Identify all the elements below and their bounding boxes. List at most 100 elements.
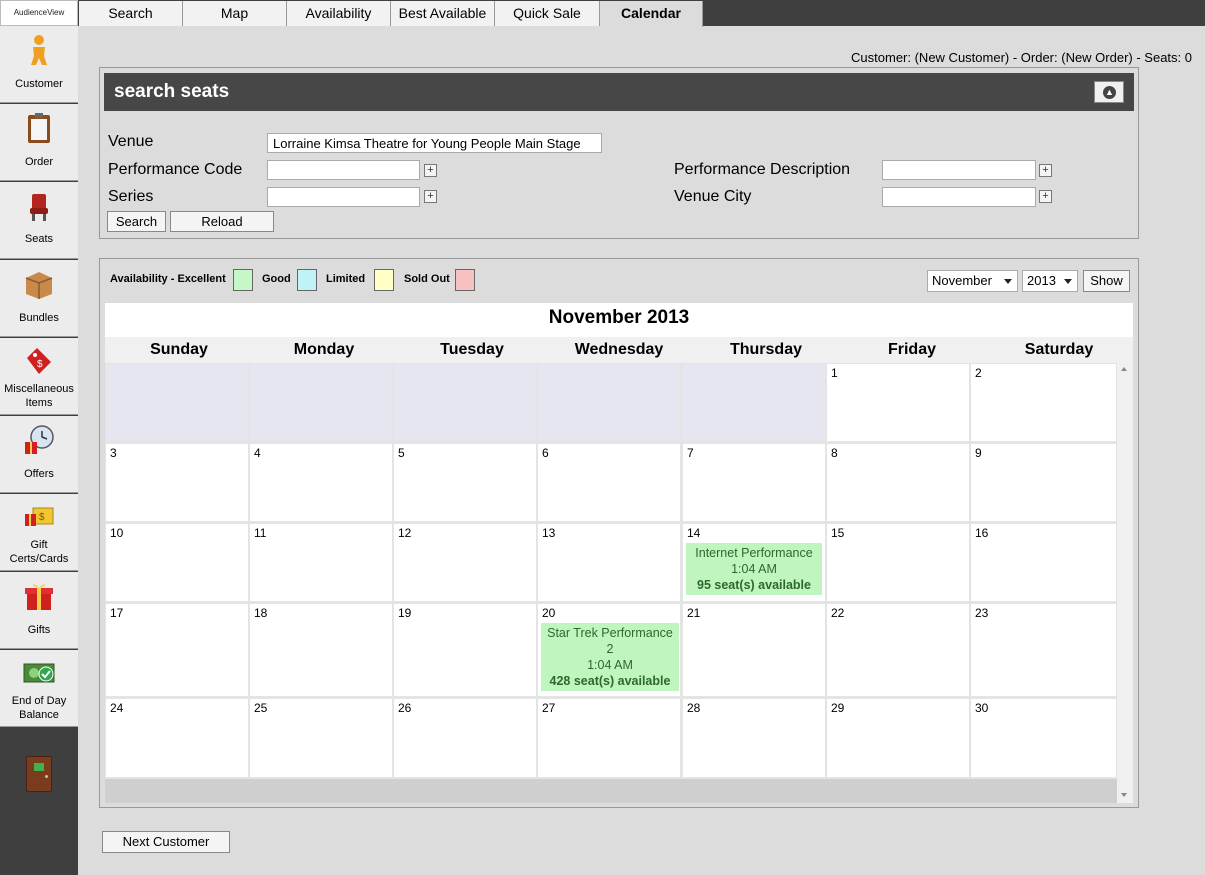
sidebar-item-seats[interactable]: Seats <box>0 182 78 259</box>
calendar-day-cell-empty <box>250 364 392 441</box>
tab-map[interactable]: Map <box>183 1 287 26</box>
sidebar-item-label: Bundles <box>19 312 59 324</box>
calendar-day-cell[interactable]: 28 <box>683 699 825 777</box>
calendar-day-cell[interactable]: 9 <box>971 444 1116 521</box>
expand-plus-icon[interactable]: + <box>1039 164 1052 177</box>
calendar-day-cell[interactable]: 10 <box>106 524 248 601</box>
calendar-day-cell[interactable]: 1 <box>827 364 969 441</box>
calendar-day-cell[interactable]: 15 <box>827 524 969 601</box>
day-name-sunday: Sunday <box>150 341 208 358</box>
calendar-day-cell[interactable]: 3 <box>106 444 248 521</box>
calendar-day-cell[interactable]: 7 <box>683 444 825 521</box>
svg-text:$: $ <box>37 359 43 370</box>
tab-availability[interactable]: Availability <box>287 1 391 26</box>
sidebar-item-miscellaneous-items[interactable]: $ Miscellaneous Items <box>0 338 78 415</box>
sidebar: AudienceView Customer Order Seats Bundle… <box>0 0 78 875</box>
sidebar-item-label: Offers <box>24 468 54 480</box>
calendar-scrollbar[interactable] <box>1117 363 1133 803</box>
day-number: 5 <box>398 446 405 460</box>
calendar-day-cell[interactable]: 26 <box>394 699 536 777</box>
sidebar-item-end-of-day-balance[interactable]: End of Day Balance <box>0 650 78 727</box>
performance-description-label: Performance Description <box>674 161 851 178</box>
calendar-day-cell[interactable]: 11 <box>250 524 392 601</box>
day-name-thursday: Thursday <box>729 341 802 358</box>
venue-city-input[interactable] <box>882 187 1036 207</box>
calendar-day-cell[interactable]: 12 <box>394 524 536 601</box>
expand-plus-icon[interactable]: + <box>424 164 437 177</box>
calendar-day-cell[interactable]: 6 <box>538 444 680 521</box>
exit-door-icon[interactable] <box>26 756 52 792</box>
day-number: 12 <box>398 526 412 540</box>
calendar-day-cell[interactable]: 17 <box>106 604 248 696</box>
calendar-day-cell[interactable]: 27 <box>538 699 680 777</box>
calendar-day-cell[interactable]: 25 <box>250 699 392 777</box>
sidebar-item-gift-certs-cards[interactable]: $ Gift Certs/Cards <box>0 494 78 571</box>
chevron-down-icon <box>1004 279 1012 284</box>
order-status-line: Customer: (New Customer) - Order: (New O… <box>851 50 1192 65</box>
expand-plus-icon[interactable]: + <box>1039 190 1052 203</box>
sidebar-item-label: Miscellaneous Items <box>4 383 74 409</box>
sidebar-item-bundles[interactable]: Bundles <box>0 260 78 337</box>
day-number: 24 <box>110 701 124 715</box>
performance-event[interactable]: Internet Performance 1:04 AM 95 seat(s) … <box>686 543 822 595</box>
tab-calendar[interactable]: Calendar <box>600 1 703 27</box>
day-number: 7 <box>687 446 694 460</box>
sidebar-item-label: Gifts <box>27 624 51 636</box>
event-time: 1:04 AM <box>731 562 777 576</box>
calendar-day-cell[interactable]: 14 Internet Performance 1:04 AM 95 seat(… <box>683 524 825 601</box>
tab-search[interactable]: Search <box>79 1 183 26</box>
reload-button[interactable]: Reload <box>170 211 274 232</box>
day-number: 26 <box>398 701 412 715</box>
venue-city-label: Venue City <box>674 188 752 205</box>
calendar-day-cell[interactable]: 5 <box>394 444 536 521</box>
legend-swatch-sold-out <box>455 269 475 291</box>
performance-description-input[interactable] <box>882 160 1036 180</box>
calendar-day-cell[interactable]: 19 <box>394 604 536 696</box>
expand-plus-icon[interactable]: + <box>424 190 437 203</box>
series-input[interactable] <box>267 187 420 207</box>
sidebar-item-customer[interactable]: Customer <box>0 26 78 103</box>
day-number: 9 <box>975 446 982 460</box>
month-select-value: November <box>932 273 992 288</box>
gift-icon <box>25 584 53 610</box>
scroll-down-icon[interactable] <box>1121 793 1127 797</box>
sidebar-item-gifts[interactable]: Gifts <box>0 572 78 649</box>
calendar-day-cell[interactable]: 24 <box>106 699 248 777</box>
year-select[interactable]: 2013 <box>1022 270 1078 292</box>
search-button[interactable]: Search <box>107 211 166 232</box>
calendar-day-cell[interactable]: 8 <box>827 444 969 521</box>
event-availability: 95 seat(s) available <box>697 578 811 592</box>
collapse-button[interactable]: ▲ <box>1094 81 1124 103</box>
performance-event[interactable]: Star Trek Performance 2 1:04 AM 428 seat… <box>541 623 679 691</box>
tab-quick-sale[interactable]: Quick Sale <box>495 1 600 26</box>
performance-code-label: Performance Code <box>108 161 243 178</box>
calendar-day-cell[interactable]: 13 <box>538 524 680 601</box>
sidebar-item-label: Customer <box>15 78 63 90</box>
calendar-day-cell[interactable]: 30 <box>971 699 1116 777</box>
search-seats-header: search seats ▲ <box>104 73 1134 111</box>
calendar-day-cell[interactable]: 21 <box>683 604 825 696</box>
scroll-up-icon[interactable] <box>1121 367 1127 371</box>
calendar-day-cell[interactable]: 29 <box>827 699 969 777</box>
sidebar-item-label: End of Day Balance <box>11 695 67 721</box>
calendar-day-cell[interactable]: 16 <box>971 524 1116 601</box>
calendar-day-cell[interactable]: 18 <box>250 604 392 696</box>
day-number: 6 <box>542 446 549 460</box>
next-customer-button[interactable]: Next Customer <box>102 831 230 853</box>
sidebar-item-offers[interactable]: Offers <box>0 416 78 493</box>
calendar-month-title: November 2013 <box>105 303 1133 337</box>
show-button[interactable]: Show <box>1083 270 1130 292</box>
venue-input[interactable] <box>267 133 602 153</box>
calendar-day-cell[interactable]: 23 <box>971 604 1116 696</box>
sidebar-item-label: Seats <box>24 233 54 245</box>
calendar-day-cell[interactable]: 2 <box>971 364 1116 441</box>
calendar-footer-bar <box>105 779 1117 803</box>
calendar-day-cell[interactable]: 4 <box>250 444 392 521</box>
tab-best-available[interactable]: Best Available <box>391 1 495 26</box>
calendar-day-cell[interactable]: 22 <box>827 604 969 696</box>
calendar-day-cell[interactable]: 20 Star Trek Performance 2 1:04 AM 428 s… <box>538 604 680 696</box>
sidebar-item-order[interactable]: Order <box>0 104 78 181</box>
sidebar-item-label: Order <box>24 156 54 168</box>
month-select[interactable]: November <box>927 270 1018 292</box>
performance-code-input[interactable] <box>267 160 420 180</box>
